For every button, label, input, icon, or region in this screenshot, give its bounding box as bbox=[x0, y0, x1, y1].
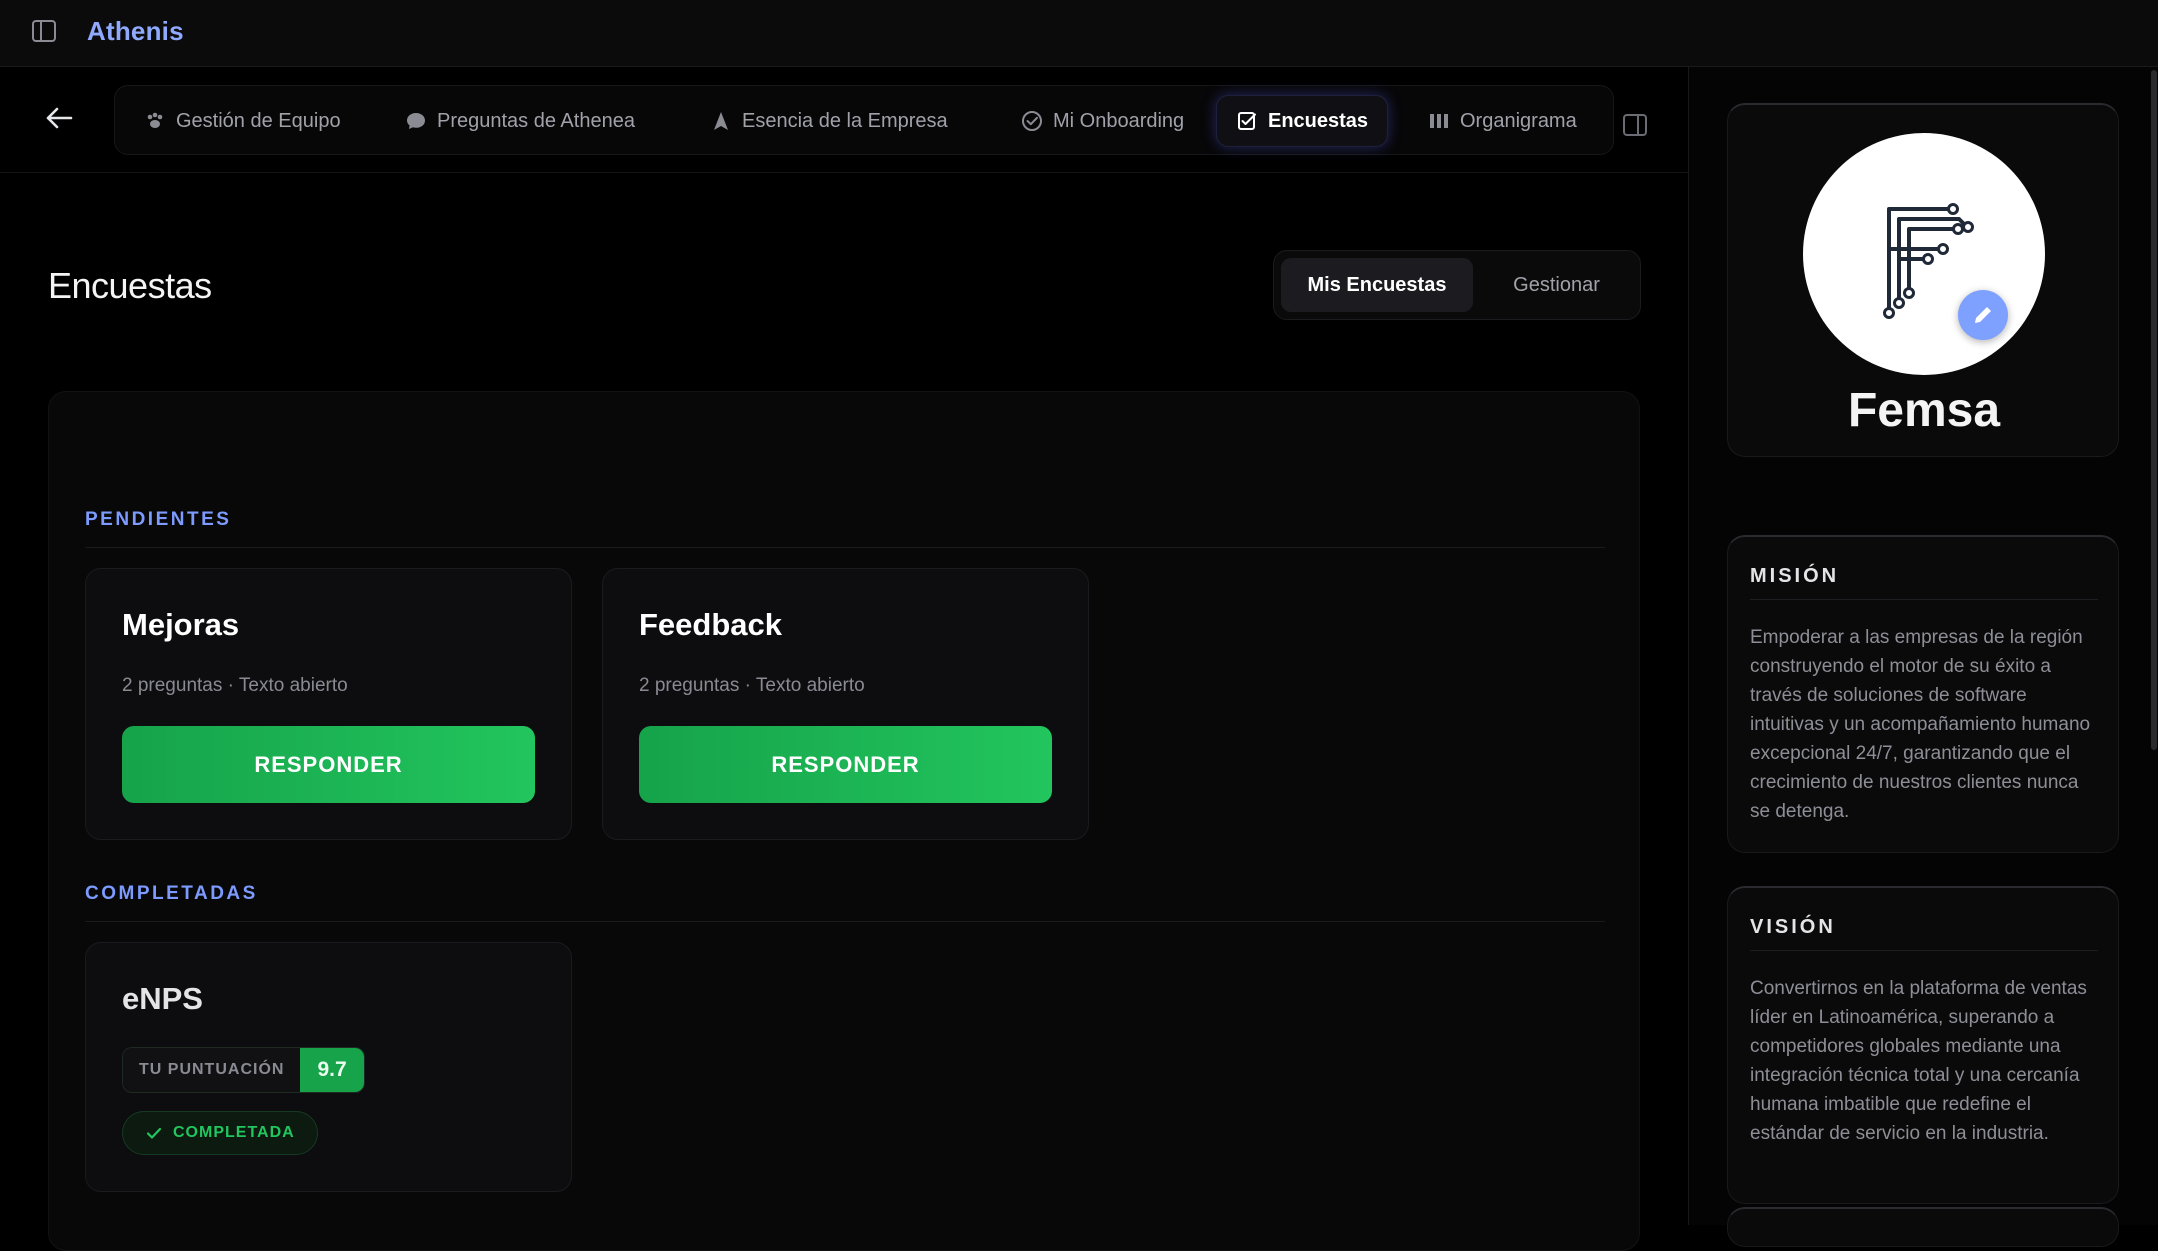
survey-title: Mejoras bbox=[122, 607, 240, 642]
pencil-icon bbox=[1975, 307, 1991, 323]
tab-preguntas-de-athenea[interactable]: Preguntas de Athenea bbox=[385, 95, 655, 147]
tab-label: Encuestas bbox=[1268, 109, 1369, 132]
checklist-icon bbox=[1238, 112, 1256, 130]
section-divider bbox=[85, 921, 1605, 922]
tab-label: Esencia de la Empresa bbox=[742, 109, 948, 132]
tab-label: Organigrama bbox=[1460, 109, 1577, 132]
card-divider bbox=[1750, 599, 2098, 600]
section-tabs: Gestión de Equipo Preguntas de Athenea E… bbox=[114, 85, 1614, 155]
mission-title: MISIÓN bbox=[1750, 565, 1840, 587]
survey-meta: 2 preguntas · Texto abierto bbox=[122, 675, 348, 696]
score-value: 9.7 bbox=[300, 1048, 364, 1092]
company-profile-card: Femsa bbox=[1727, 103, 2119, 457]
app-brand[interactable]: Athenis bbox=[87, 16, 184, 47]
survey-meta: 2 preguntas · Texto abierto bbox=[639, 675, 865, 696]
next-info-card bbox=[1727, 1207, 2119, 1247]
survey-card-enps: eNPS TU PUNTUACIÓN 9.7 COMPLETADA bbox=[85, 942, 572, 1192]
company-logo bbox=[1803, 133, 2045, 375]
tab-gestion-de-equipo[interactable]: Gestión de Equipo bbox=[124, 95, 361, 147]
back-arrow-icon[interactable] bbox=[44, 105, 74, 131]
main-area: Gestión de Equipo Preguntas de Athenea E… bbox=[0, 67, 1688, 1251]
company-sidebar: Femsa MISIÓN Empoderar a las empresas de… bbox=[1688, 67, 2158, 1247]
tab-mi-onboarding[interactable]: Mi Onboarding bbox=[1001, 95, 1204, 147]
top-bar: Athenis bbox=[0, 0, 2158, 67]
tab-label: Mi Onboarding bbox=[1053, 109, 1185, 132]
section-divider bbox=[85, 547, 1605, 548]
paw-icon bbox=[147, 112, 163, 128]
score-badge: TU PUNTUACIÓN 9.7 bbox=[122, 1047, 365, 1093]
nav-row: Gestión de Equipo Preguntas de Athenea E… bbox=[0, 67, 1688, 173]
tab-label: Gestión de Equipo bbox=[176, 109, 341, 132]
tab-organigrama[interactable]: Organigrama bbox=[1408, 95, 1597, 147]
check-icon bbox=[146, 1127, 162, 1139]
check-circle-icon bbox=[1022, 111, 1042, 131]
vision-title: VISIÓN bbox=[1750, 916, 1836, 938]
gestionar-tab[interactable]: Gestionar bbox=[1479, 258, 1634, 312]
survey-card-feedback: Feedback 2 preguntas · Texto abierto RES… bbox=[602, 568, 1089, 840]
edit-logo-button[interactable] bbox=[1958, 290, 2008, 340]
card-divider bbox=[1750, 950, 2098, 951]
completed-section-label: COMPLETADAS bbox=[85, 883, 258, 904]
sidebar-toggle-icon[interactable] bbox=[30, 18, 58, 44]
respond-button[interactable]: RESPONDER bbox=[639, 726, 1052, 803]
mission-card: MISIÓN Empoderar a las empresas de la re… bbox=[1727, 535, 2119, 853]
mission-text: Empoderar a las empresas de la región co… bbox=[1750, 627, 2091, 822]
status-badge: COMPLETADA bbox=[122, 1111, 318, 1155]
pending-section-label: PENDIENTES bbox=[85, 509, 232, 530]
page-title: Encuestas bbox=[48, 265, 212, 306]
survey-title: Feedback bbox=[639, 607, 783, 642]
right-panel-toggle-icon[interactable] bbox=[1622, 113, 1648, 137]
surveys-panel: PENDIENTES Mejoras 2 preguntas · Texto a… bbox=[48, 391, 1640, 1251]
survey-card-mejoras: Mejoras 2 preguntas · Texto abierto RESP… bbox=[85, 568, 572, 840]
navigation-arrow-icon bbox=[714, 112, 728, 130]
tab-esencia-de-la-empresa[interactable]: Esencia de la Empresa bbox=[690, 95, 968, 147]
vision-card: VISIÓN Convertirnos en la plataforma de … bbox=[1727, 886, 2119, 1204]
vision-text: Convertirnos en la plataforma de ventas … bbox=[1750, 978, 2087, 1144]
tab-encuestas[interactable]: Encuestas bbox=[1216, 95, 1389, 147]
chat-bubble-icon bbox=[407, 113, 425, 129]
view-switcher: Mis Encuestas Gestionar bbox=[1273, 250, 1641, 320]
mis-encuestas-tab[interactable]: Mis Encuestas bbox=[1281, 258, 1473, 312]
scrollbar-thumb[interactable] bbox=[2151, 70, 2157, 750]
company-name: Femsa bbox=[1847, 384, 2001, 437]
survey-title: eNPS bbox=[122, 981, 203, 1016]
score-label: TU PUNTUACIÓN bbox=[123, 1048, 301, 1092]
respond-button[interactable]: RESPONDER bbox=[122, 726, 535, 803]
columns-icon bbox=[1430, 114, 1448, 128]
status-label: COMPLETADA bbox=[173, 1124, 295, 1141]
tab-label: Preguntas de Athenea bbox=[437, 109, 635, 132]
